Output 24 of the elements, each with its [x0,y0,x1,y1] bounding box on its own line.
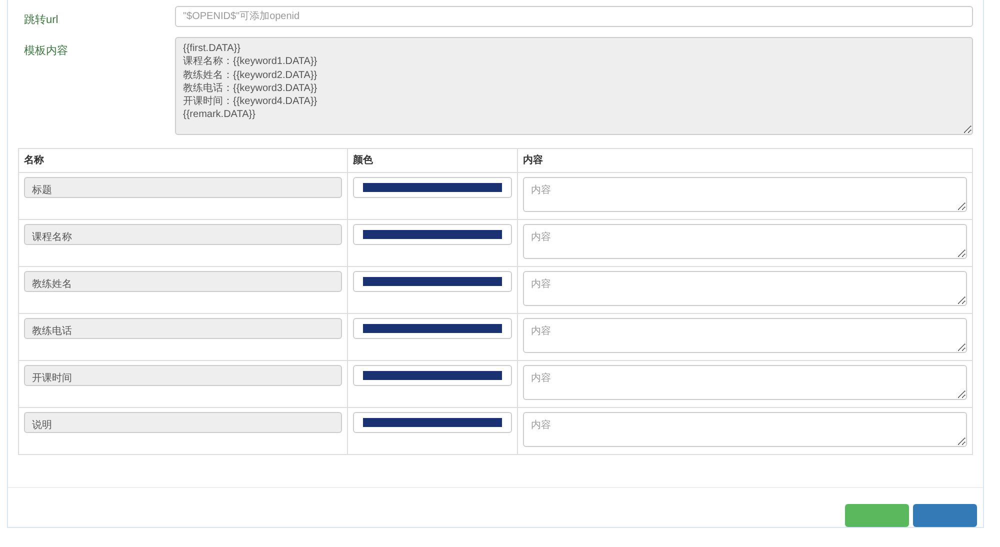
content-field[interactable]: 内容 [523,271,967,306]
column-header: 内容 [518,148,972,172]
content-field[interactable]: 内容 [523,412,967,447]
name-field[interactable]: 开课时间 [24,365,342,386]
color-picker[interactable] [353,271,512,292]
content-field[interactable]: 内容 [523,365,967,400]
url-input-field[interactable]: "$OPENID$"可添加openid [175,6,973,27]
name-field[interactable]: 说明 [24,412,342,433]
color-picker[interactable] [353,365,512,386]
content-field[interactable]: 内容 [523,177,967,212]
name-field[interactable]: 教练姓名 [24,271,342,292]
name-field[interactable]: 教练电话 [24,318,342,339]
name-field[interactable]: 标题 [24,177,342,198]
column-header: 颜色 [348,148,518,172]
color-picker[interactable] [353,412,512,433]
content-field[interactable]: 内容 [523,318,967,353]
color-picker[interactable] [353,224,512,245]
content-field[interactable]: 内容 [523,224,967,259]
color-picker[interactable] [353,177,512,198]
field-label: 模板内容 [23,44,69,59]
field-label: 跳转url [23,13,60,27]
column-header: 名称 [18,148,348,172]
name-field[interactable]: 课程名称 [24,224,342,245]
color-picker[interactable] [353,318,512,339]
